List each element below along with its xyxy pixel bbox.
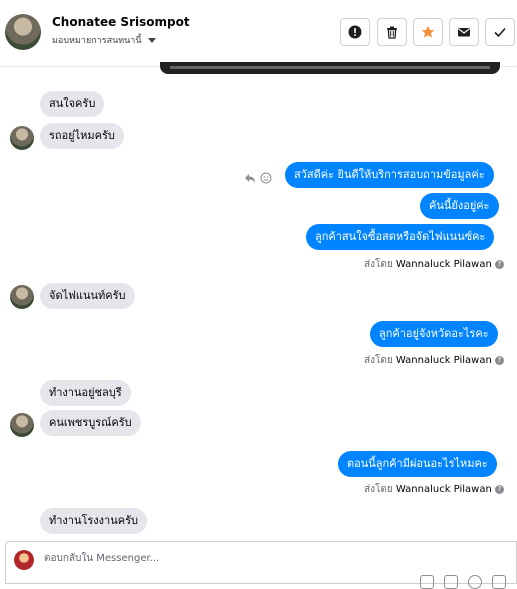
attachment-icon[interactable] (420, 575, 434, 589)
incoming-message[interactable]: ทำงานอยู่ชลบุรี (40, 380, 131, 406)
checkmark-icon (494, 27, 506, 38)
reply-input[interactable] (42, 552, 346, 565)
sent-by-prefix: ส่งโดย (364, 355, 393, 366)
page-avatar (14, 550, 34, 570)
star-button[interactable] (413, 18, 443, 46)
incoming-message[interactable]: ทำงานโรงงานครับ (40, 508, 147, 534)
reply-icon[interactable] (244, 172, 256, 184)
outgoing-message[interactable]: สวัสดีค่ะ ยินดีให้บริการสอบถามข้อมูลค่ะ (285, 162, 494, 188)
envelope-icon (458, 28, 470, 37)
sent-by-label: ส่งโดย Wannaluck Pilawan? (364, 482, 504, 497)
mark-done-button[interactable] (485, 18, 515, 46)
outgoing-message[interactable]: ลูกค้าอยู่จังหวัดอะไรคะ (370, 321, 498, 347)
mark-spam-button[interactable] (340, 18, 370, 46)
composer-toolbar (420, 575, 506, 589)
assign-label: มอบหมายการสนทนานี้ (52, 36, 142, 46)
contact-avatar-small[interactable] (10, 285, 34, 309)
incoming-message[interactable]: จัดไฟแนนท์ครับ (40, 283, 135, 309)
incoming-message[interactable]: คนเพชรบูรณ์ครับ (40, 410, 141, 436)
outgoing-message[interactable]: ตอนนี้ลูกค้ามีผ่อนอะไรไหมคะ (338, 451, 497, 477)
outgoing-message[interactable]: ลูกค้าสนใจซื้อสดหรือจัดไฟแนนซ์คะ (306, 224, 495, 250)
help-icon[interactable]: ? (494, 355, 504, 365)
image-content (170, 66, 490, 69)
incoming-message[interactable]: รถอยู่ไหมครับ (40, 123, 124, 149)
incoming-message[interactable]: สนใจครับ (40, 91, 105, 117)
gif-icon[interactable] (444, 575, 458, 589)
contact-name[interactable]: Chonatee Srisompot (52, 15, 190, 29)
message-actions (244, 172, 272, 184)
contact-avatar[interactable] (5, 14, 41, 50)
like-icon[interactable] (492, 575, 506, 589)
contact-avatar-small[interactable] (10, 413, 34, 437)
outgoing-message[interactable]: คันนี้ยังอยู่ค่ะ (420, 193, 499, 219)
sent-by-label: ส่งโดย Wannaluck Pilawan? (364, 257, 504, 272)
assign-conversation-dropdown[interactable]: มอบหมายการสนทนานี้ (52, 33, 156, 47)
caret-down-icon (147, 37, 156, 43)
sender-name: Wannaluck Pilawan (395, 484, 492, 495)
trash-icon (387, 26, 397, 39)
help-icon[interactable]: ? (494, 484, 504, 494)
sender-name: Wannaluck Pilawan (395, 355, 492, 366)
sent-by-label: ส่งโดย Wannaluck Pilawan? (364, 353, 504, 368)
help-icon[interactable]: ? (494, 259, 504, 269)
exclamation-icon (348, 25, 362, 39)
sent-by-prefix: ส่งโดย (364, 484, 393, 495)
contact-avatar-small[interactable] (10, 126, 34, 150)
emoji-icon[interactable] (260, 172, 272, 184)
conversation-header: Chonatee Srisompot มอบหมายการสนทนานี้ (0, 0, 517, 67)
emoji-icon[interactable] (468, 575, 482, 589)
sender-name: Wannaluck Pilawan (395, 259, 492, 270)
shared-image-partial[interactable] (160, 62, 500, 74)
mark-unread-button[interactable] (449, 18, 479, 46)
delete-button[interactable] (377, 18, 407, 46)
sent-by-prefix: ส่งโดย (364, 259, 393, 270)
star-icon (421, 25, 435, 38)
message-composer (5, 541, 517, 589)
